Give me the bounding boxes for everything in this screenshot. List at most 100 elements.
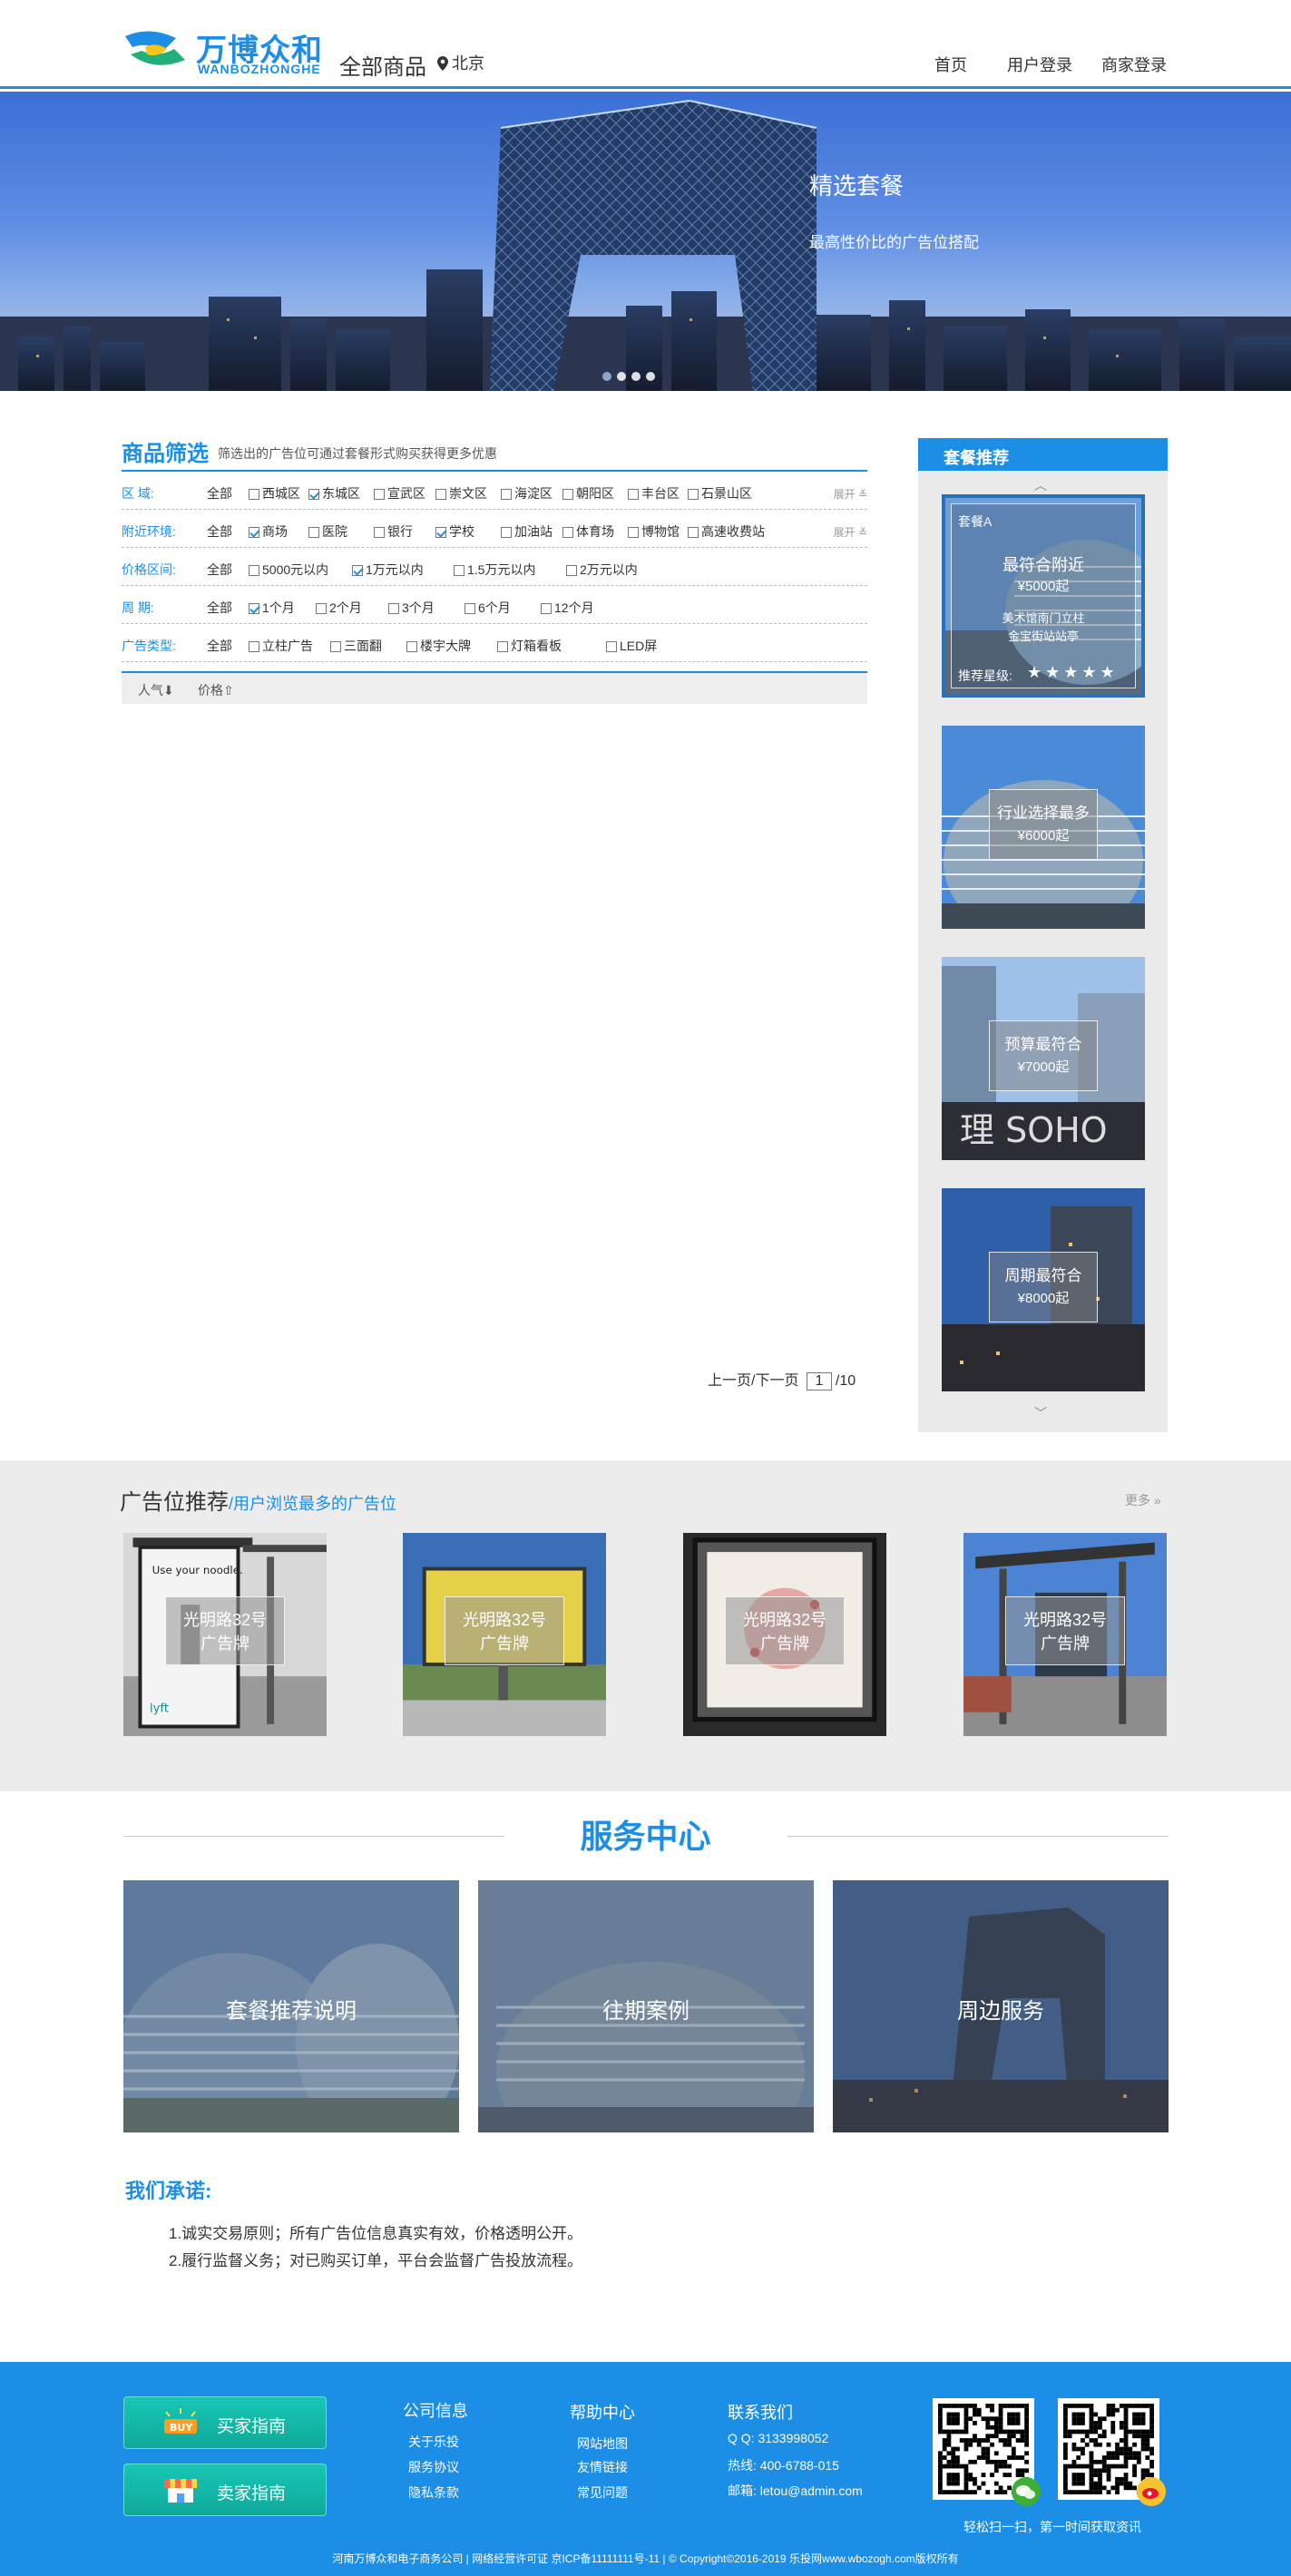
filter-option[interactable]: 3个月: [388, 599, 435, 617]
filter-option[interactable]: 2个月: [316, 599, 362, 617]
checkbox[interactable]: [388, 603, 399, 614]
footer-link-sitemap[interactable]: 网站地图: [577, 2435, 628, 2453]
carousel-dot[interactable]: [617, 372, 626, 381]
checkbox[interactable]: [406, 641, 417, 652]
buyer-guide-button[interactable]: BUY 买家指南: [123, 2396, 327, 2449]
carousel-dot[interactable]: [602, 372, 611, 381]
filter-option[interactable]: 12个月: [541, 599, 594, 617]
carousel-dot[interactable]: [631, 372, 641, 381]
checkbox[interactable]: [308, 489, 319, 500]
checkbox[interactable]: [249, 641, 259, 652]
carousel-dots[interactable]: [602, 369, 660, 385]
checkbox[interactable]: [628, 489, 639, 500]
checkbox[interactable]: [501, 527, 512, 538]
filter-option-all[interactable]: 全部: [207, 599, 232, 617]
service-card[interactable]: 套餐推荐说明: [123, 1880, 459, 2132]
carousel-dot[interactable]: [646, 372, 655, 381]
package-card-budget[interactable]: 理 SOHO 预算最符合 ¥7000起: [942, 957, 1145, 1160]
filter-option[interactable]: 银行: [374, 522, 413, 541]
contact-email[interactable]: 邮箱: letou@admin.com: [728, 2482, 863, 2500]
footer-link-privacy[interactable]: 隐私条款: [408, 2483, 459, 2502]
filter-option[interactable]: 立柱广告: [249, 637, 313, 655]
filter-option[interactable]: 医院: [308, 522, 347, 541]
sort-by-popularity[interactable]: 人气⬇: [138, 681, 174, 699]
filter-option[interactable]: 博物馆: [628, 522, 680, 541]
package-card-industry[interactable]: 行业选择最多 ¥6000起: [942, 726, 1145, 929]
filter-option[interactable]: 2万元以内: [566, 561, 638, 579]
filter-option[interactable]: 1万元以内: [352, 561, 424, 579]
service-card[interactable]: 往期案例: [478, 1880, 814, 2132]
checkbox[interactable]: [688, 527, 699, 538]
filter-option[interactable]: 学校: [435, 522, 474, 541]
checkbox[interactable]: [249, 603, 259, 614]
recommend-card[interactable]: 光明路32号 广告牌: [683, 1533, 886, 1736]
checkbox[interactable]: [566, 565, 577, 576]
scroll-up-icon[interactable]: ︿: [1034, 476, 1047, 494]
checkbox[interactable]: [316, 603, 327, 614]
filter-option[interactable]: 加油站: [501, 522, 553, 541]
filter-option[interactable]: 海淀区: [501, 484, 553, 503]
footer-link-agreement[interactable]: 服务协议: [408, 2458, 459, 2476]
checkbox[interactable]: [628, 527, 639, 538]
filter-option[interactable]: LED屏: [606, 637, 657, 655]
filter-option[interactable]: 商场: [249, 522, 288, 541]
filter-option-all[interactable]: 全部: [207, 637, 232, 655]
filter-option[interactable]: 石景山区: [688, 484, 752, 503]
checkbox[interactable]: [562, 527, 573, 538]
checkbox[interactable]: [435, 489, 446, 500]
filter-option[interactable]: 朝阳区: [562, 484, 614, 503]
filter-option[interactable]: 6个月: [465, 599, 511, 617]
filter-option[interactable]: 1.5万元以内: [454, 561, 535, 579]
checkbox[interactable]: [541, 603, 552, 614]
filter-option[interactable]: 1个月: [249, 599, 295, 617]
checkbox[interactable]: [465, 603, 475, 614]
filter-option[interactable]: 灯箱看板: [497, 637, 562, 655]
checkbox[interactable]: [330, 641, 341, 652]
city-selector[interactable]: 北京: [437, 51, 484, 74]
checkbox[interactable]: [497, 641, 508, 652]
filter-option[interactable]: 三面翻: [330, 637, 382, 655]
filter-option[interactable]: 楼宇大牌: [406, 637, 471, 655]
checkbox[interactable]: [374, 527, 385, 538]
seller-guide-button[interactable]: 卖家指南: [123, 2464, 327, 2516]
filter-option[interactable]: 高速收费站: [688, 522, 765, 541]
footer-link-friends[interactable]: 友情链接: [577, 2458, 628, 2476]
recommend-card[interactable]: 光明路32号 广告牌: [403, 1533, 606, 1736]
checkbox[interactable]: [454, 565, 465, 576]
footer-link-faq[interactable]: 常见问题: [577, 2483, 628, 2502]
prev-next-link[interactable]: 上一页/下一页: [708, 1373, 798, 1389]
filter-option[interactable]: 西城区: [249, 484, 300, 503]
recommend-card[interactable]: Use your noodle. lyft 光明路32号 广告牌: [123, 1533, 327, 1736]
checkbox[interactable]: [688, 489, 699, 500]
filter-option[interactable]: 东城区: [308, 484, 360, 503]
filter-option-all[interactable]: 全部: [207, 522, 232, 541]
hero-banner[interactable]: Use your noodle. lyft光明路32号广告牌 光明路32号广告牌…: [0, 92, 1291, 391]
nav-merchant-login[interactable]: 商家登录: [1101, 53, 1167, 76]
checkbox[interactable]: [249, 527, 259, 538]
checkbox[interactable]: [606, 641, 617, 652]
page-number-input[interactable]: 1: [806, 1372, 832, 1390]
filter-option[interactable]: 体育场: [562, 522, 614, 541]
sort-by-price[interactable]: 价格⇧: [198, 681, 234, 699]
logo[interactable]: 万博众和 WANBOZHONGHE: [122, 24, 330, 78]
checkbox[interactable]: [352, 565, 363, 576]
checkbox[interactable]: [435, 527, 446, 538]
all-goods-link[interactable]: 全部商品: [339, 49, 426, 81]
filter-option[interactable]: 宣武区: [374, 484, 425, 503]
recommend-card[interactable]: 光明路32号 广告牌: [963, 1533, 1167, 1736]
filter-option-all[interactable]: 全部: [207, 561, 232, 579]
service-card[interactable]: 周边服务: [833, 1880, 1169, 2132]
filter-option[interactable]: 5000元以内: [249, 561, 328, 579]
checkbox[interactable]: [308, 527, 319, 538]
filter-option[interactable]: 崇文区: [435, 484, 487, 503]
footer-link-about[interactable]: 关于乐投: [408, 2433, 459, 2451]
expand-toggle[interactable]: 展开 ≚: [834, 524, 867, 540]
package-card-a[interactable]: 套餐A 最符合附近 ¥5000起 美术馆南门立柱 金宝街站站亭 推荐星级: ★★…: [942, 494, 1145, 698]
scroll-down-icon[interactable]: ﹀: [1034, 1404, 1047, 1422]
more-link[interactable]: 更多 »: [1125, 1491, 1161, 1509]
nav-home[interactable]: 首页: [934, 53, 967, 76]
filter-option[interactable]: 丰台区: [628, 484, 680, 503]
checkbox[interactable]: [249, 489, 259, 500]
checkbox[interactable]: [249, 565, 259, 576]
checkbox[interactable]: [562, 489, 573, 500]
